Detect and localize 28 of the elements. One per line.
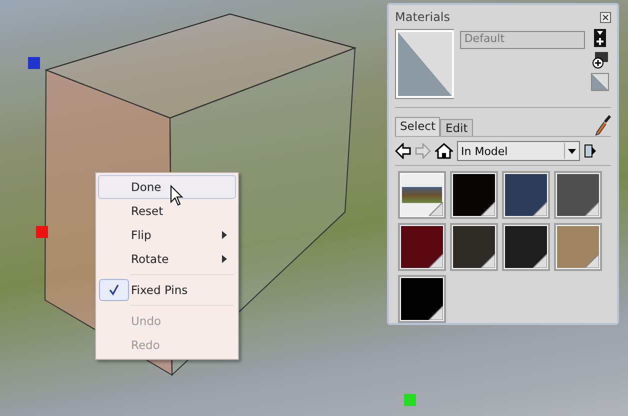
material-swatch[interactable] (398, 171, 446, 219)
menu-item[interactable]: Done (98, 175, 236, 199)
back-arrow-icon[interactable] (395, 143, 411, 159)
material-swatch[interactable] (554, 171, 602, 219)
tab[interactable]: Select (395, 117, 440, 136)
cursor-icon (170, 185, 184, 207)
home-icon[interactable] (435, 143, 453, 159)
menu-item[interactable]: Reset (98, 199, 236, 223)
add-icon[interactable] (594, 29, 606, 47)
tab[interactable]: Edit (440, 119, 473, 136)
material-swatch[interactable] (502, 171, 550, 219)
close-icon[interactable] (600, 12, 611, 22)
material-swatch[interactable] (450, 171, 498, 219)
create-material-icon[interactable] (591, 51, 609, 69)
details-icon[interactable] (584, 143, 596, 159)
menu-item[interactable]: Rotate (98, 247, 236, 271)
material-swatch[interactable] (554, 223, 602, 271)
material-swatch[interactable] (398, 275, 446, 323)
menu-item[interactable]: Fixed Pins (98, 278, 236, 302)
dropdown-arrow-icon (568, 148, 576, 154)
checkmark-icon (108, 284, 120, 296)
material-swatch[interactable] (502, 223, 550, 271)
collection-dropdown[interactable]: In Model (457, 141, 580, 161)
menu-item[interactable]: Flip (98, 223, 236, 247)
material-swatch[interactable] (450, 223, 498, 271)
panel-title: Materials (395, 10, 450, 24)
material-swatch[interactable] (398, 223, 446, 271)
material-preview-icon (395, 29, 454, 99)
